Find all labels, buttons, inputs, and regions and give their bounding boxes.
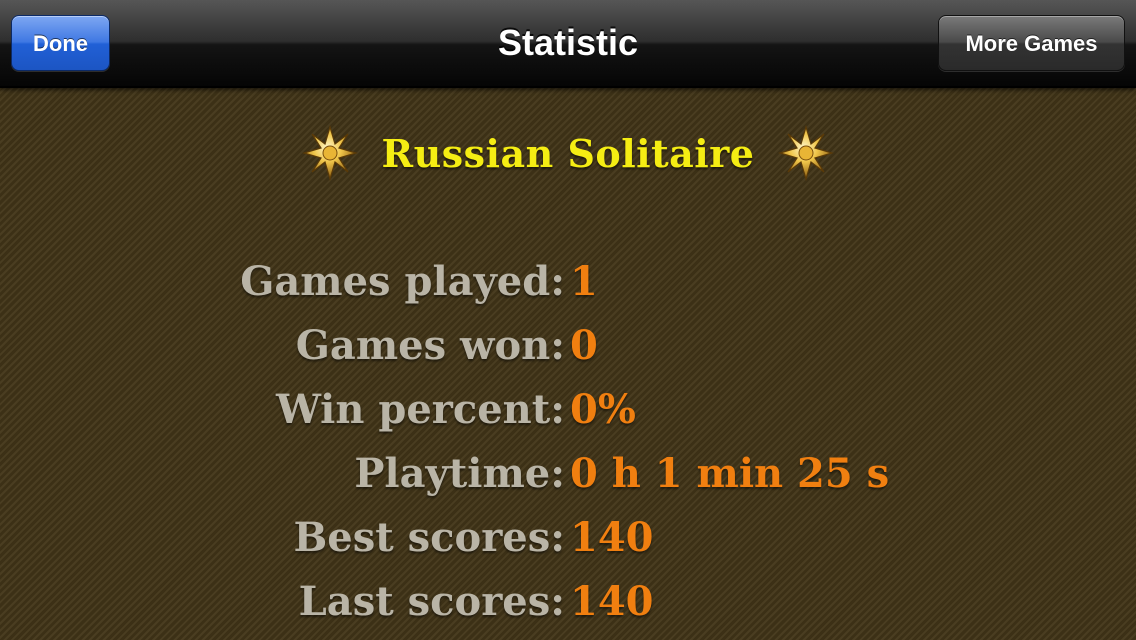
stat-label: Best scores:	[293, 514, 565, 561]
stat-label: Playtime:	[354, 450, 565, 497]
stat-label: Games won:	[295, 322, 565, 369]
stat-row-win-percent: Win percent: 0%	[0, 380, 1136, 444]
gold-star-icon	[778, 125, 835, 181]
stat-row-last-scores: Last scores: 140	[0, 572, 1136, 636]
stat-label: Win percent:	[275, 386, 565, 433]
statistics-list: Games played: 1 Games won: 0 Win percent…	[0, 252, 1136, 636]
stat-row-games-won: Games won: 0	[0, 316, 1136, 380]
stat-value: 0%	[570, 386, 636, 433]
done-button[interactable]: Done	[11, 15, 110, 71]
statistic-screen: Statistic Done More Games Russian Solita…	[0, 0, 1136, 640]
stat-row-playtime: Playtime: 0 h 1 min 25 s	[0, 444, 1136, 508]
stat-row-games-played: Games played: 1	[0, 252, 1136, 316]
stat-label: Last scores:	[298, 578, 565, 625]
more-games-button[interactable]: More Games	[938, 15, 1125, 71]
stat-label: Games played:	[240, 258, 565, 305]
game-header: Russian Solitaire	[0, 118, 1136, 188]
stat-value: 1	[570, 258, 598, 305]
gold-star-icon	[301, 125, 358, 181]
navigation-bar: Statistic Done More Games	[0, 0, 1136, 88]
stat-value: 140	[570, 578, 654, 625]
stat-value: 140	[570, 514, 654, 561]
game-title: Russian Solitaire	[381, 130, 755, 176]
stat-value: 0 h 1 min 25 s	[570, 450, 890, 497]
stat-value: 0	[570, 322, 598, 369]
stat-row-best-scores: Best scores: 140	[0, 508, 1136, 572]
